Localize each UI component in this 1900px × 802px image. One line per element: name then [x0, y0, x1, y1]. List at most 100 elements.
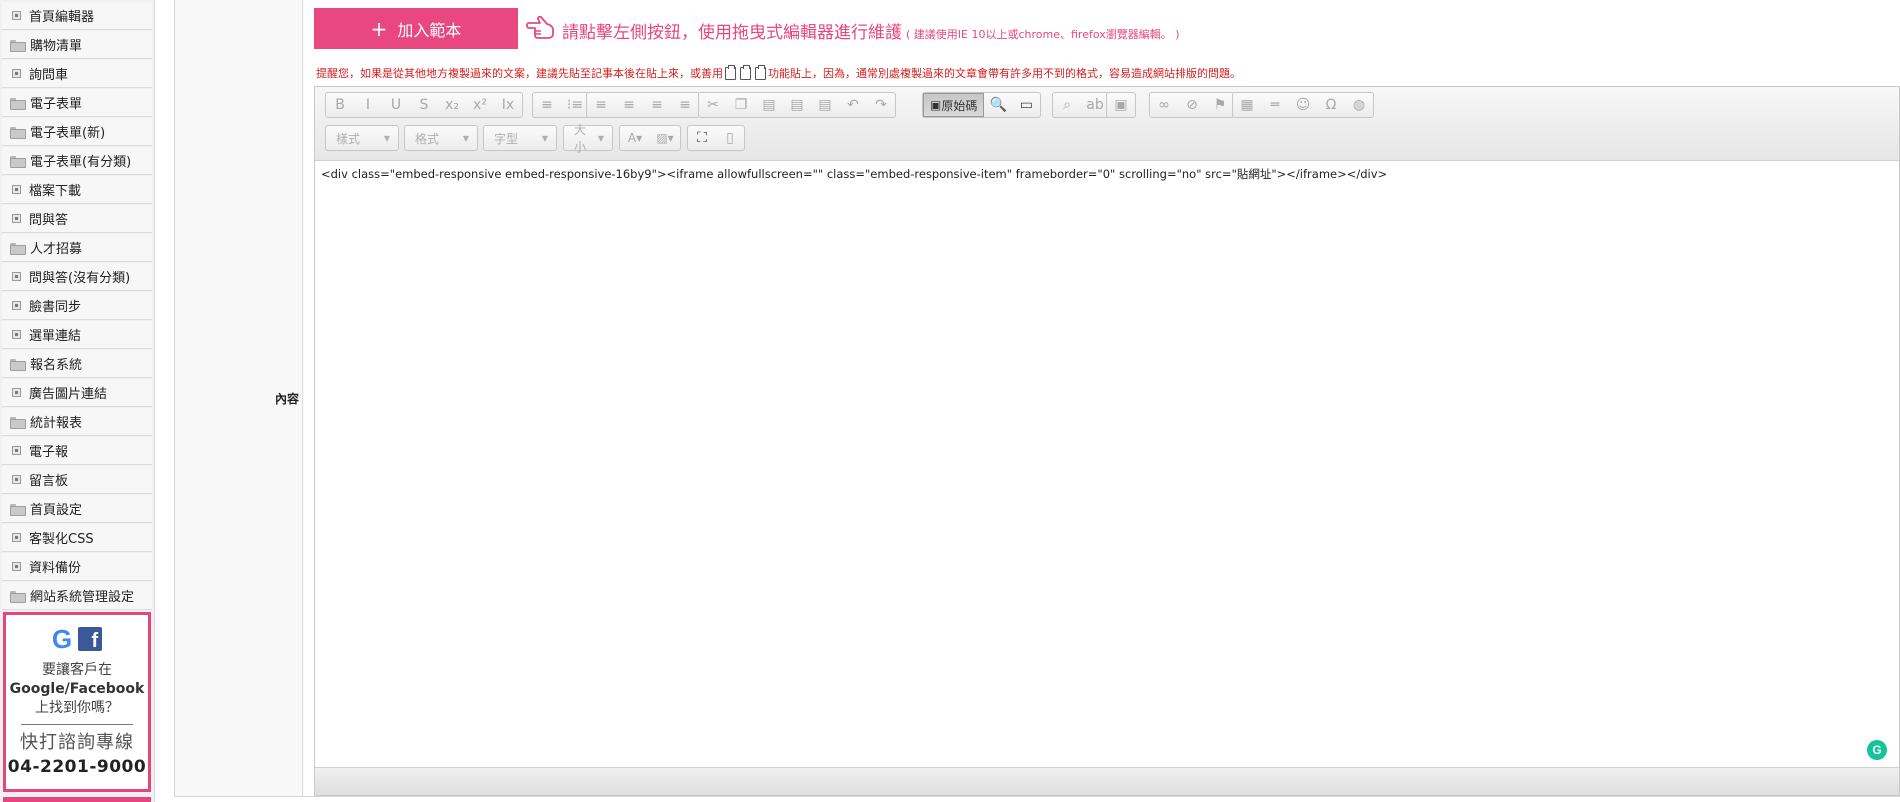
sidebar-item[interactable]: 電子表單	[2, 89, 152, 117]
style-dropdown[interactable]: 樣式 ▼	[325, 125, 399, 151]
format-dropdown[interactable]: 格式 ▼	[404, 125, 478, 151]
sidebar-item[interactable]: 問與答(沒有分類)	[2, 263, 152, 291]
align-center-icon[interactable]: ≡	[615, 93, 643, 117]
image-icon[interactable]: ▣	[1107, 93, 1135, 117]
sidebar-item[interactable]: 首頁設定	[2, 495, 152, 523]
sidebar-item[interactable]: 首頁編輯器	[2, 2, 152, 30]
link-icon[interactable]: ∞	[1150, 93, 1178, 117]
paste-text-icon	[740, 64, 751, 80]
sidebar-item[interactable]: 統計報表	[2, 408, 152, 436]
size-dropdown[interactable]: 大小 ▼	[563, 123, 613, 154]
toolbar-group-clipboard: ✂ ❐ ▤ ▤ ▤ ↶ ↷	[698, 92, 896, 118]
style-dropdown-label: 樣式	[336, 131, 361, 146]
paste-icon[interactable]: ▤	[755, 93, 783, 117]
promo-logos: G f	[6, 625, 148, 653]
maximize-icon[interactable]: ⛶	[688, 126, 716, 150]
sidebar-item[interactable]: 電子報	[2, 437, 152, 465]
replace-icon[interactable]: ab	[1081, 93, 1109, 117]
align-justify-icon[interactable]: ≡	[671, 93, 699, 117]
sidebar-item[interactable]: 報名系統	[2, 350, 152, 378]
iframe-icon[interactable]: ◍	[1345, 93, 1373, 117]
promo-line-1: 要讓客戶在	[42, 662, 112, 678]
folder-icon	[10, 358, 26, 371]
align-left-icon[interactable]: ≡	[587, 93, 615, 117]
subscript-icon[interactable]: x₂	[438, 93, 466, 117]
sidebar-item[interactable]: 詢問車	[2, 60, 152, 88]
rich-text-editor: B I U Sx₂ x² Ix ≡ ⁝≡ ≡ ≡ ≡ ≡ ✂ ❐ ▤ ▤ ▤ ↶ ↷ ▣ 原始碼 🔍 ▭ ⌕ ab ▣ ∞ ⊘ ⚑ ▦ ═…	[314, 86, 1900, 796]
plus-icon: +	[370, 16, 388, 41]
align-right-icon[interactable]: ≡	[643, 93, 671, 117]
sidebar-item-label: 電子表單	[30, 97, 83, 112]
table-icon[interactable]: ▦	[1233, 93, 1261, 117]
chevron-down-icon: ▼	[541, 133, 548, 143]
sidebar-item[interactable]: 問與答	[2, 205, 152, 233]
bold-icon[interactable]: B	[326, 93, 354, 117]
warning-text-1: 提醒您，如果是從其他地方複製過來的文案，建議先貼至記事本後在貼上來，或善用	[316, 67, 723, 80]
sidebar-item[interactable]: 臉書同步	[2, 292, 152, 320]
sidebar-item-label: 電子表單(有分類)	[30, 155, 132, 170]
google-logo-icon: G	[51, 624, 73, 654]
strike-icon[interactable]: S	[410, 93, 438, 117]
paste-warning: 提醒您，如果是從其他地方複製過來的文案，建議先貼至記事本後在貼上來，或善用 功能…	[316, 64, 1241, 81]
sidebar-item[interactable]: 電子表單(有分類)	[2, 147, 152, 175]
show-blocks-icon[interactable]: ▯	[716, 126, 744, 150]
redo-icon[interactable]: ↷	[867, 93, 895, 117]
promo-divider	[21, 724, 133, 725]
copy-icon[interactable]: ❐	[727, 93, 755, 117]
sidebar-item[interactable]: 網站系統管理設定	[2, 582, 152, 610]
find-icon[interactable]: ⌕	[1053, 93, 1081, 117]
grammarly-icon[interactable]: G	[1867, 740, 1887, 760]
sidebar-item[interactable]: 購物清單	[2, 31, 152, 59]
bulleted-list-icon[interactable]: ⁝≡	[561, 93, 589, 117]
sidebar-item[interactable]: 人才招募	[2, 234, 152, 262]
expand-box-icon	[12, 330, 21, 339]
editor-resize-bar[interactable]	[315, 767, 1899, 795]
pointing-hand-icon	[526, 15, 554, 39]
source-mode-button[interactable]: ▣ 原始碼	[923, 93, 985, 117]
bg-color-icon[interactable]: ▨▾	[650, 126, 680, 150]
folder-icon	[10, 503, 26, 516]
toolbar-group-list: ≡ ⁝≡	[532, 92, 590, 118]
toolbar-group-tools: ⛶ ▯	[687, 125, 745, 151]
instruction-text: 請點擊左側按鈕，使用拖曳式編輯器進行維護	[562, 23, 902, 43]
horizontal-rule-icon[interactable]: ═	[1261, 93, 1289, 117]
paste-text-icon[interactable]: ▤	[783, 93, 811, 117]
folder-icon	[10, 126, 26, 139]
numbered-list-icon[interactable]: ≡	[533, 93, 561, 117]
font-dropdown[interactable]: 字型 ▼	[483, 125, 557, 151]
folder-icon	[10, 416, 26, 429]
superscript-icon[interactable]: x²	[466, 93, 494, 117]
toolbar-group-find: ⌕ ab	[1052, 92, 1110, 118]
sidebar-item[interactable]: 留言板	[2, 466, 152, 494]
smiley-icon[interactable]: ☺	[1289, 93, 1317, 117]
sidebar-item[interactable]: 資料備份	[2, 553, 152, 581]
expand-box-icon	[12, 185, 21, 194]
italic-icon[interactable]: I	[354, 93, 382, 117]
cut-icon[interactable]: ✂	[699, 93, 727, 117]
source-code-textarea[interactable]: <div class="embed-responsive embed-respo…	[315, 162, 1899, 767]
sidebar-item[interactable]: 廣告圖片連結	[2, 379, 152, 407]
remove-format-icon[interactable]: Ix	[494, 93, 522, 117]
source-code-icon: ▣	[930, 98, 942, 112]
underline-icon[interactable]: U	[382, 93, 410, 117]
unlink-icon[interactable]: ⊘	[1178, 93, 1206, 117]
promo-box[interactable]: G f 要讓客戶在 Google/Facebook 上找到你嗎？ 快打諮詢專線 …	[3, 612, 151, 792]
content-field-label: 內容	[275, 392, 300, 406]
anchor-icon[interactable]: ⚑	[1206, 93, 1234, 117]
add-template-button[interactable]: + 加入範本	[314, 8, 518, 49]
undo-icon[interactable]: ↶	[839, 93, 867, 117]
preview-icon[interactable]: 🔍	[984, 93, 1012, 117]
sidebar-item-label: 統計報表	[30, 416, 83, 431]
templates-icon[interactable]: ▭	[1012, 93, 1040, 117]
sidebar-item[interactable]: 電子表單(新)	[2, 118, 152, 146]
sidebar-item[interactable]: 客製化CSS	[2, 524, 152, 552]
folder-icon	[10, 97, 26, 110]
editor-toolbar: B I U Sx₂ x² Ix ≡ ⁝≡ ≡ ≡ ≡ ≡ ✂ ❐ ▤ ▤ ▤ ↶ ↷ ▣ 原始碼 🔍 ▭ ⌕ ab ▣ ∞ ⊘ ⚑ ▦ ═…	[315, 87, 1899, 161]
sidebar-item[interactable]: 檔案下載	[2, 176, 152, 204]
sidebar-item-label: 廣告圖片連結	[29, 387, 108, 402]
editor-instruction: 請點擊左側按鈕，使用拖曳式編輯器進行維護 ( 建議使用IE 10以上或chrome…	[562, 18, 1180, 43]
special-char-icon[interactable]: Ω	[1317, 93, 1345, 117]
sidebar-item[interactable]: 選單連結	[2, 321, 152, 349]
paste-word-icon[interactable]: ▤	[811, 93, 839, 117]
text-color-icon[interactable]: A▾	[620, 126, 650, 150]
